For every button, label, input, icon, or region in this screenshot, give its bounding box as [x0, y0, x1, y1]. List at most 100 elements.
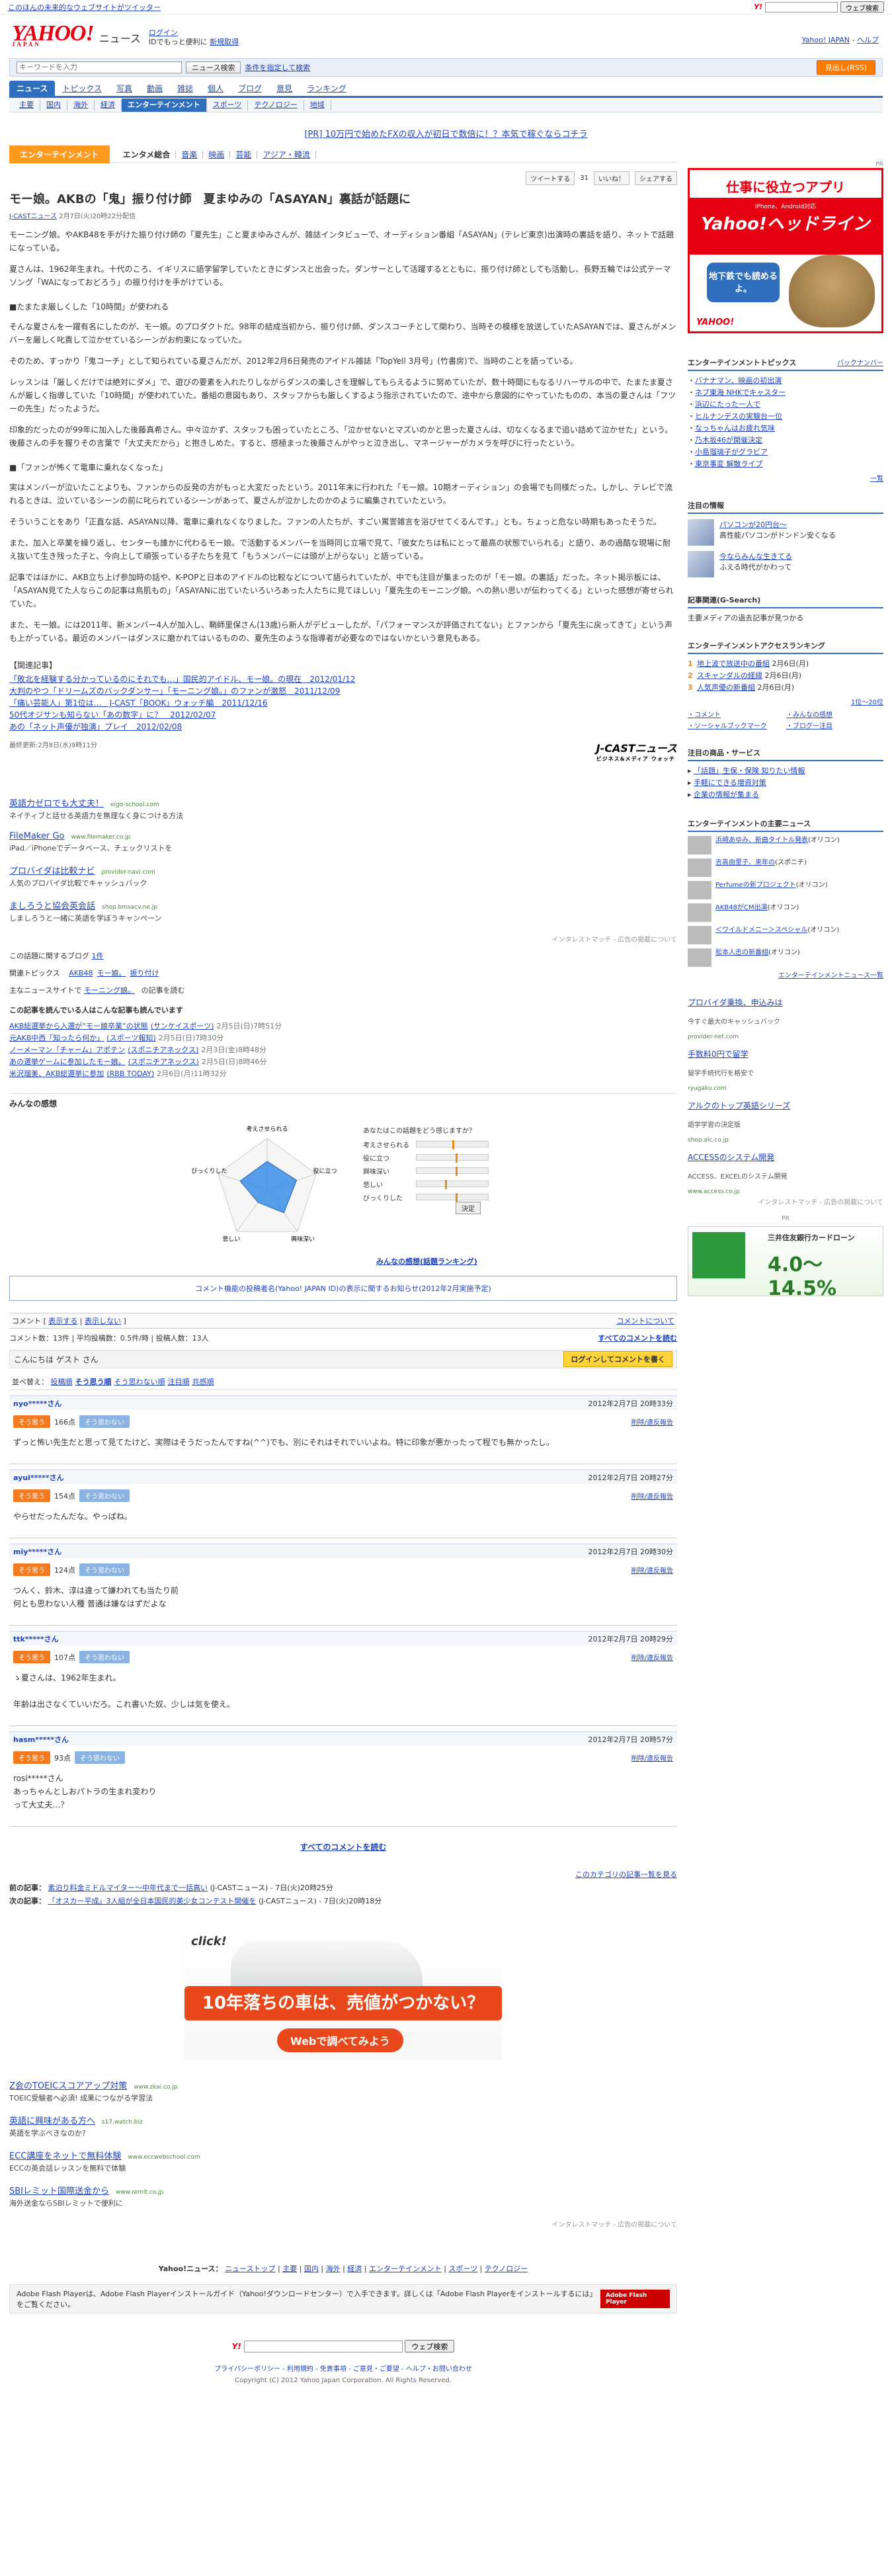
article-source[interactable]: J-CASTニュース — [9, 213, 57, 220]
advanced-search-link[interactable]: 条件を指定して検索 — [245, 62, 310, 73]
show-comments[interactable]: 表示する — [48, 1317, 77, 1325]
help-link[interactable]: ヘルプ — [857, 36, 879, 44]
footer-links[interactable]: プライバシーポリシー - 利用規約 - 免責事項 - ご意見・ご要望 - ヘルプ… — [9, 2363, 677, 2373]
topic-link[interactable]: なっちゃんはお疲れ気味 — [695, 424, 775, 433]
comment-author[interactable]: ttk*****さん — [13, 1634, 59, 1644]
footer-nav-link[interactable]: 主要 — [282, 2264, 297, 2273]
service-item[interactable]: ▸ 手軽にできる増資対策 — [688, 777, 883, 789]
alsoread-source[interactable]: (RBB TODAY) — [106, 1069, 154, 1078]
pick-title[interactable]: 今ならみんな生きてる — [719, 551, 792, 561]
agree-button[interactable]: そう思う — [13, 1563, 50, 1576]
subnav-tab[interactable]: 海外 — [67, 99, 95, 110]
agree-button[interactable]: そう思う — [13, 1651, 50, 1663]
notice-box[interactable]: コメント機能の投稿者名(Yahoo! JAPAN ID)の表示に関するお知らせ(… — [9, 1276, 677, 1301]
nav-tab[interactable]: 写真 — [109, 81, 140, 96]
next-article-link[interactable]: 「オスカー平成」3人組が全日本国民的美少女コンテスト開催を — [48, 1897, 257, 1905]
report-link[interactable]: 削除/違反報告 — [631, 1417, 673, 1427]
nav-tab[interactable]: 動画 — [140, 81, 170, 96]
nav-tab[interactable]: ニュース — [9, 81, 56, 96]
share-button[interactable]: シェアする — [635, 171, 677, 185]
alsoread-link[interactable]: AKB総選挙から入選が“モー娘卒業”の状態 — [9, 1022, 148, 1030]
news-item[interactable]: 浜崎あゆみ、新曲タイトル発表(オリコン) — [688, 836, 883, 854]
related-topic-link[interactable]: AKB48 — [69, 969, 93, 977]
rank-link[interactable]: 地上波で放送中の番組 — [697, 659, 770, 668]
signup-link[interactable]: 新規取得 — [210, 38, 239, 46]
nav-tab[interactable]: 雑誌 — [170, 81, 200, 96]
news-item[interactable]: 松本人志の新番組(オリコン) — [688, 948, 883, 967]
ad-title[interactable]: ましろうと協会英会話 — [9, 901, 95, 911]
topic-item[interactable]: ・東京事変 解散ライブ — [688, 458, 883, 470]
nav-tab[interactable]: 意見 — [269, 81, 300, 96]
news-search-button[interactable]: ニュース検索 — [186, 62, 241, 73]
related-link[interactable]: 「痛い芸能人」第1位は… J-CAST「BOOK」ウォッチ編 2011/12/1… — [9, 697, 677, 709]
news-item[interactable]: AKB48がCM出演(オリコン) — [688, 903, 883, 922]
footer-nav-link[interactable]: スポーツ — [448, 2264, 477, 2273]
sort-option[interactable]: そう思う順 — [75, 1378, 112, 1386]
feel-row[interactable]: 役に立つ — [363, 1151, 489, 1164]
topic-item[interactable]: ・ネプ東海 NHKでキャスター — [688, 387, 883, 399]
service-item[interactable]: ▸ 企業の情報が集まる — [688, 789, 883, 801]
news-link[interactable]: 浜崎あゆみ、新曲タイトル発表 — [715, 837, 808, 844]
ranking-type-link[interactable]: ・コメント — [688, 709, 785, 719]
nav-tab[interactable]: トピックス — [55, 81, 109, 96]
feel-slider[interactable] — [416, 1193, 489, 1202]
disagree-button[interactable]: そう思わない — [79, 1563, 130, 1576]
comment-author[interactable]: miy*****さん — [13, 1546, 61, 1557]
top-search-input[interactable] — [765, 1, 838, 13]
side-interest-match[interactable]: インタレストマッチ - 広告の掲載について — [688, 1196, 883, 1206]
prev-article-link[interactable]: 素泊り料金ミドルマイター～中年代まで一括高い — [48, 1884, 208, 1892]
related-link[interactable]: あの「ネット声優が独演」プレイ 2012/02/08 — [9, 721, 677, 733]
footer-nav-link[interactable]: ニューストップ — [225, 2264, 275, 2273]
ad-title[interactable]: FileMaker Go — [9, 831, 65, 841]
ad-web-button[interactable]: Webで調べてみよう — [277, 2028, 403, 2052]
ad-title[interactable]: プロバイダは比較ナビ — [9, 866, 95, 876]
pick-card[interactable]: 今ならみんな生きてる ふえる時代がかわって — [688, 551, 883, 577]
alsoread-source[interactable]: (スポニチアネックス) — [128, 1058, 199, 1066]
footer-nav-link[interactable]: エンターテインメント — [369, 2264, 442, 2273]
ad-title[interactable]: Z会のTOEICスコアアップ対策 — [9, 2081, 127, 2091]
mainsite-keyword[interactable]: モーニング娘。 — [84, 986, 135, 995]
category-tab[interactable]: 音楽 — [176, 150, 204, 159]
text-ad[interactable]: プロバイダは比較ナビ provider-navi.com 人気のプロバイダ比較でキャ… — [9, 864, 677, 888]
subnav-tab[interactable]: 主要 — [13, 99, 40, 110]
rank-link[interactable]: 人気声優の新番組 — [697, 683, 755, 692]
ranking-type-link[interactable]: ・ソーシャルブックマーク — [688, 720, 785, 730]
news-link[interactable]: ＜ワイルドメニー＞スペシャル — [715, 927, 807, 934]
subnav-tab[interactable]: 国内 — [40, 99, 67, 110]
nav-tab[interactable]: ブログ — [231, 81, 269, 96]
footer-nav-link[interactable]: 経済 — [347, 2264, 362, 2273]
topic-link[interactable]: ネプ東海 NHKでキャスター — [695, 388, 786, 397]
news-link[interactable]: 吉高由里子、来年の — [715, 859, 775, 866]
topic-link[interactable]: 乃木坂46が開催決定 — [695, 436, 762, 444]
alsoread-link[interactable]: ノーメーマン「チャーム」アポテン — [9, 1046, 125, 1054]
side-ad-title[interactable]: 手数料0円で留学 — [688, 1048, 883, 1059]
feel-row[interactable]: 悲しい — [363, 1177, 489, 1190]
side-ad-title[interactable]: アルクのトップ英語シリーズ — [688, 1100, 883, 1111]
pick-title[interactable]: パソコンが20円台〜 — [719, 519, 836, 530]
nav-tab[interactable]: ランキング — [300, 81, 354, 96]
related-topic-link[interactable]: 振り付け — [130, 969, 159, 977]
topic-item[interactable]: ・浜辺にたった一人で — [688, 399, 883, 411]
report-link[interactable]: 削除/違反報告 — [631, 1491, 673, 1501]
read-all-comments-top[interactable]: すべてのコメントを読む — [598, 1333, 677, 1343]
agree-button[interactable]: そう思う — [13, 1751, 50, 1764]
topics-more[interactable]: 一覧 — [870, 476, 883, 483]
topic-item[interactable]: ・バナナマン、映画の初出演 — [688, 375, 883, 387]
agree-button[interactable]: そう思う — [13, 1489, 50, 1502]
related-link[interactable]: 大判のやつ「ドリームズのバックダンサー」「モーニング娘。」のファンが激怒 201… — [9, 685, 677, 697]
side-text-ad[interactable]: ACCESSのシステム開発 ACCESS、EXCELのシステム開発 www.acce… — [688, 1151, 883, 1195]
news-item[interactable]: 吉高由里子、来年の(スポニチ) — [688, 858, 883, 877]
disagree-button[interactable]: そう思わない — [79, 1651, 130, 1663]
ranking-item[interactable]: 1 地上波で放送中の番組 2月6日(月) — [688, 658, 883, 670]
news-link[interactable]: 松本人志の新番組 — [715, 949, 768, 956]
side-ad-title[interactable]: プロバイダ乗換、申込みは — [688, 997, 883, 1008]
footer-nav-link[interactable]: テクノロジー — [485, 2264, 528, 2273]
feel-row[interactable]: 興味深い — [363, 1164, 489, 1177]
pr-link[interactable]: [PR] 10万円で始めたFXの収入が初日で数倍に！？本気で稼ぐならコチラ — [304, 130, 587, 140]
feel-row[interactable]: 考えさせられる — [363, 1138, 489, 1151]
topic-item[interactable]: ・ヒルナンデスの実験台一位 — [688, 411, 883, 423]
related-link[interactable]: 50代オジサンも知らない「あの数字」に？ 2012/02/07 — [9, 709, 677, 721]
feel-slider[interactable] — [416, 1153, 489, 1163]
side-text-ad[interactable]: アルクのトップ英語シリーズ 語学学習の決定版 shop.alc.co.jp — [688, 1100, 883, 1143]
interest-match[interactable]: インタレストマッチ - 広告の掲載について — [9, 934, 677, 944]
